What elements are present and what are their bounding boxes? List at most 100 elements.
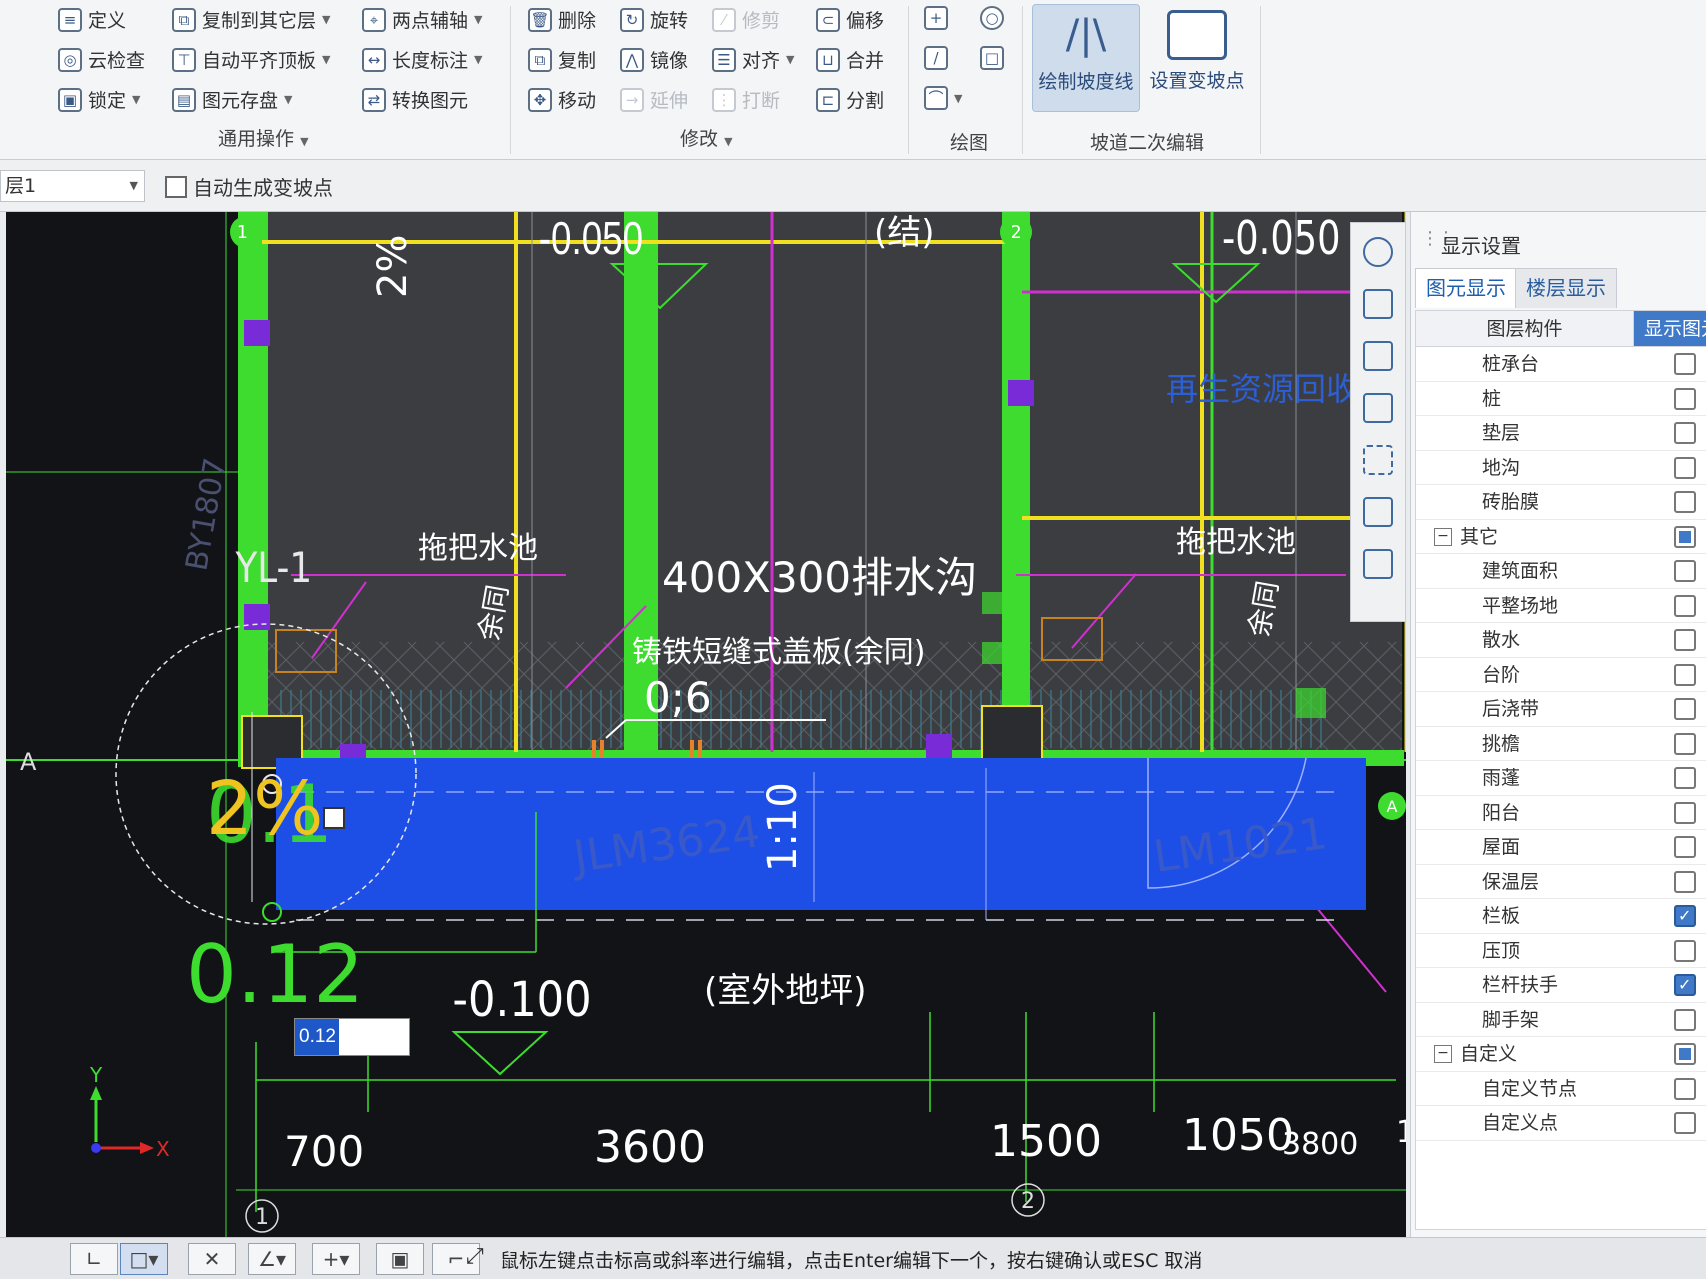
snap-toggle[interactable]: □▾ [120,1243,168,1275]
collapse-icon[interactable]: − [1434,1045,1452,1063]
table-row[interactable]: 脚手架 [1416,1003,1706,1037]
table-row[interactable]: 屋面 [1416,830,1706,865]
set-change-point-button[interactable]: 设置变坡点 [1142,10,1252,93]
edit-elevation-text[interactable]: 0.12 [186,928,364,1021]
split-button[interactable]: ⊏ 分割 [816,86,884,113]
display-toggle[interactable]: ▣ [376,1243,424,1275]
tab-floor-display[interactable]: 楼层显示 [1515,268,1617,308]
angle-toggle[interactable]: ∠▾ [248,1243,296,1275]
table-row[interactable]: 雨蓬 [1416,761,1706,796]
drawing-canvas[interactable]: 1 2 A A 1 2 -0.050 (结) -0.050 2% BY1807 … [6,212,1406,1237]
floor-select[interactable]: 层1 ▼ [0,170,145,202]
show-checkbox[interactable] [1674,968,1696,1002]
show-checkbox[interactable] [1674,939,1696,962]
table-row[interactable]: 桩承台 [1416,347,1706,382]
show-checkbox[interactable] [1674,899,1696,933]
table-row[interactable]: − 自定义 [1416,1037,1706,1072]
copy-button[interactable]: ⧉ 复制 [528,46,596,73]
collapse-icon[interactable]: − [1434,527,1452,546]
table-row[interactable]: 自定义点 [1416,1106,1706,1141]
zoom-extents-icon[interactable] [1363,445,1393,475]
show-checkbox[interactable] [1674,1112,1696,1134]
table-row[interactable]: 后浇带 [1416,692,1706,727]
show-checkbox[interactable] [1674,525,1696,548]
elevation-input[interactable] [294,1018,410,1056]
table-row[interactable]: 保温层 [1416,865,1706,899]
offset-button[interactable]: ⊂ 偏移 [816,6,884,33]
table-row[interactable]: 砖胎膜 [1416,485,1706,520]
merge-button[interactable]: ⊔ 合并 [816,46,884,73]
show-checkbox[interactable] [1674,1077,1696,1100]
delete-button[interactable]: 🗑 删除 [528,6,596,33]
table-row[interactable]: 压顶 [1416,934,1706,968]
element-save-button[interactable]: ▤ 图元存盘 ▼ [172,86,292,113]
move-button[interactable]: ✥ 移动 [528,86,596,113]
show-checkbox[interactable] [1674,767,1696,789]
draw-slope-line-button[interactable]: /|\ 绘制坡度线 [1032,4,1140,112]
table-row[interactable]: 栏板 [1416,899,1706,934]
show-checkbox[interactable] [1674,353,1696,375]
show-checkbox[interactable] [1674,732,1696,755]
table-row[interactable]: 建筑面积 [1416,554,1706,589]
show-checkbox[interactable] [1674,1008,1696,1031]
draw-line-button[interactable]: / [924,46,948,70]
draw-arc-button[interactable]: ⌒ ▼ [924,86,962,110]
show-checkbox[interactable] [1674,870,1696,893]
table-row[interactable]: 桩 [1416,382,1706,416]
table-row[interactable]: 垫层 [1416,416,1706,451]
two-point-axis-button[interactable]: ⌖ 两点辅轴 ▼ [362,6,482,33]
show-checkbox[interactable] [1674,698,1696,720]
lock-button[interactable]: ▣ 锁定 ▼ [58,86,140,113]
auto-generate-checkbox[interactable] [165,175,187,198]
mirror-button[interactable]: ⋀ 镜像 [620,46,688,73]
show-checkbox[interactable] [1674,422,1696,444]
show-checkbox[interactable] [1674,801,1696,824]
table-row[interactable]: 台阶 [1416,658,1706,692]
show-checkbox[interactable] [1674,629,1696,651]
rotate-button[interactable]: ↻ 旋转 [620,6,688,33]
table-row[interactable]: 阳台 [1416,796,1706,830]
cad-drawing[interactable]: 1 2 A A 1 2 -0.050 (结) -0.050 2% BY1807 … [6,212,1406,1237]
show-checkbox[interactable] [1674,491,1696,513]
show-checkbox[interactable] [1674,1043,1696,1065]
show-checkbox[interactable] [1674,387,1696,410]
ortho-toggle[interactable]: ∟ [70,1243,118,1275]
draw-circle-button[interactable]: ○ [980,6,1004,30]
auto-generate-option[interactable]: 自动生成变坡点 [165,172,333,201]
break-button[interactable]: ⋮ 打断 [712,86,780,113]
table-row[interactable]: 自定义节点 [1416,1072,1706,1106]
cube-view-icon[interactable] [1363,341,1393,371]
draw-point-button[interactable]: + [924,6,948,30]
properties-icon[interactable] [1363,549,1393,579]
show-checkbox[interactable] [1674,594,1696,617]
offset-toggle[interactable]: +▾ [312,1243,360,1275]
show-checkbox[interactable] [1674,663,1696,686]
convert-element-button[interactable]: ⇄ 转换图元 [362,86,468,113]
tab-element-display[interactable]: 图元显示 [1415,268,1517,308]
general-group-label[interactable]: 通用操作 ▼ [218,124,309,151]
orbit-icon[interactable] [1363,237,1393,267]
table-row[interactable]: 挑檐 [1416,727,1706,761]
cloud-check-button[interactable]: ◎ 云检查 [58,46,145,73]
show-checkbox[interactable] [1674,456,1696,479]
table-row[interactable]: − 其它 [1416,520,1706,554]
copy-to-floor-button[interactable]: ⧉ 复制到其它层 ▼ [172,6,330,33]
extend-button[interactable]: → 延伸 [620,86,688,113]
table-row[interactable]: 地沟 [1416,451,1706,485]
define-button[interactable]: ≡ 定义 [58,6,126,33]
view-3d-icon[interactable] [1363,289,1393,319]
show-checkbox[interactable] [1674,836,1696,858]
modify-group-label[interactable]: 修改 ▼ [680,124,733,151]
length-dim-button[interactable]: ↔ 长度标注 ▼ [362,46,482,73]
layer-view-icon[interactable] [1363,497,1393,527]
align-button[interactable]: ☰ 对齐 ▼ [712,46,794,73]
table-row[interactable]: 平整场地 [1416,589,1706,623]
show-checkbox[interactable] [1674,560,1696,582]
table-row[interactable]: 散水 [1416,623,1706,658]
solid-view-icon[interactable] [1363,393,1393,423]
cross-toggle[interactable]: ✕ [188,1243,236,1275]
trim-button[interactable]: ⁄ 修剪 [712,6,780,33]
auto-align-top-button[interactable]: ⊤ 自动平齐顶板 ▼ [172,46,330,73]
table-row[interactable]: 栏杆扶手 [1416,968,1706,1003]
draw-rect-button[interactable]: □ [980,46,1004,70]
